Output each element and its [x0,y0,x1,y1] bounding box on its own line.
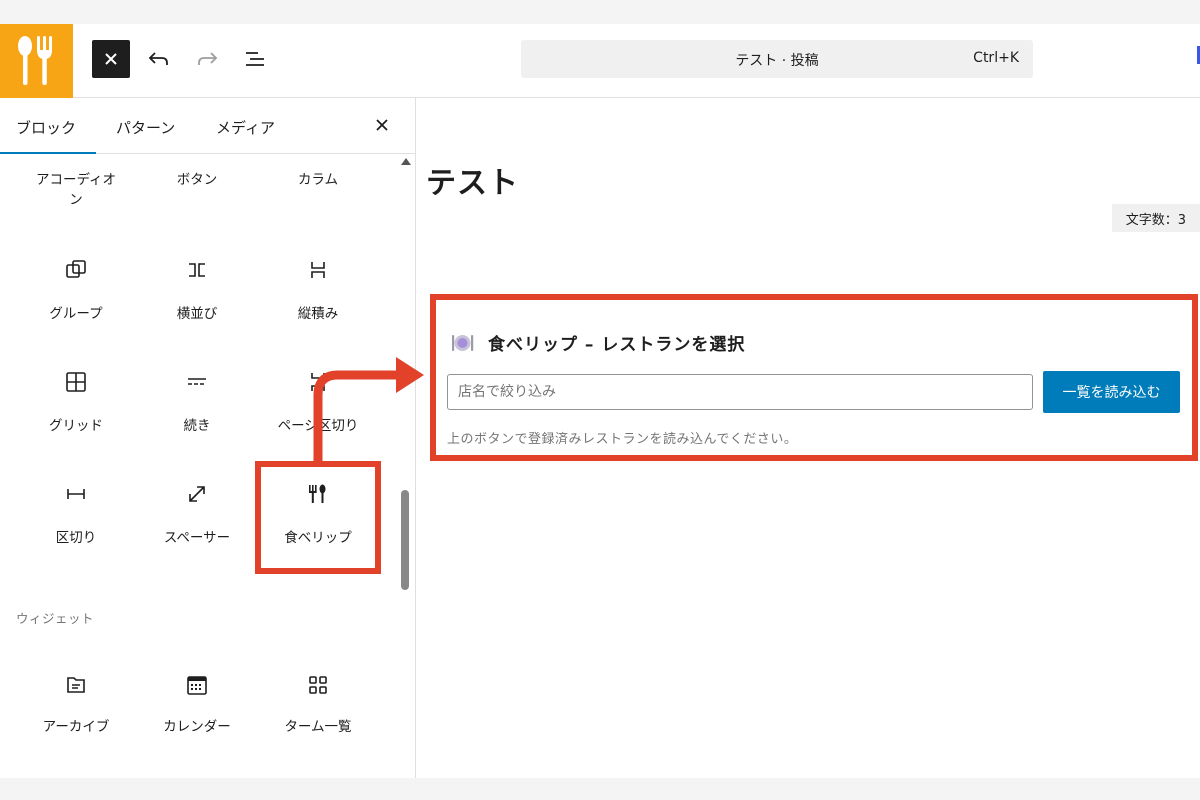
close-panel-button[interactable] [371,114,393,136]
command-palette-bar[interactable]: テスト · 投稿 Ctrl+K [521,40,1033,78]
block-label: 続き [183,418,211,434]
plate-icon [450,331,474,355]
calendar-icon [185,673,209,697]
redo-icon [198,52,218,65]
stack-icon [306,258,330,282]
grid-icon [64,370,88,394]
block-row[interactable]: 横並び [137,258,257,328]
block-label: ターム一覧 [284,719,352,735]
document-overview-button[interactable] [240,44,270,74]
editor-header: テスト · 投稿 Ctrl+K [0,24,1200,98]
post-title[interactable]: テスト [426,158,519,202]
taberip-block-header: 食べリップ – レストランを選択 [450,330,745,355]
site-logo[interactable] [0,24,73,98]
block-separator[interactable]: 区切り [16,482,136,552]
help-text: 上のボタンで登録済みレストランを読み込んでください。 [447,432,798,447]
widgets-heading: ウィジェット [16,611,95,626]
close-icon [105,53,117,65]
block-term-list[interactable]: ターム一覧 [258,673,378,743]
block-page-break[interactable]: ページ区切り [258,370,378,440]
block-label: カレンダー [163,719,231,735]
block-columns[interactable]: カラム [258,170,378,200]
block-archives[interactable]: アーカイブ [16,673,136,743]
spacer-icon [185,482,209,506]
block-label: 横並び [176,306,218,322]
close-icon [376,119,388,131]
scroll-up-arrow[interactable] [401,158,411,165]
row-icon [185,258,209,282]
block-label: アコーディオン [35,172,117,208]
block-label: ページ区切り [277,418,359,434]
inserter-tabs: ブロック パターン メディア [0,98,415,154]
separator-icon [64,482,88,506]
tab-media[interactable]: メディア [216,98,275,154]
block-grid[interactable]: グリッド [16,370,136,440]
block-label: スペーサー [163,530,231,546]
block-label: カラム [297,172,339,188]
document-overview-icon [246,52,264,66]
group-icon [64,258,88,282]
tab-blocks[interactable]: ブロック [0,98,96,154]
block-label: グリッド [49,418,103,434]
block-buttons[interactable]: ボタン [137,170,257,200]
block-label: グループ [49,306,103,322]
category-grid-icon [306,673,330,697]
taberip-block[interactable]: 食べリップ – レストランを選択 一覧を読み込む 上のボタンで登録済みレストラン… [430,294,1198,461]
block-label: アーカイブ [42,719,110,735]
more-icon [185,370,209,394]
close-inserter-button[interactable] [92,40,130,78]
block-label: 縦積み [297,306,339,322]
highlight-box [255,461,381,574]
block-spacer[interactable]: スペーサー [137,482,257,552]
block-label: ボタン [176,172,218,188]
undo-button[interactable] [144,44,174,74]
block-label: 区切り [55,530,97,546]
editor-canvas: テスト 文字数：3 食べリップ – レストランを選択 一覧を読み込む 上のボタン… [416,98,1200,778]
word-count-badge: 文字数：3 [1111,204,1200,232]
taberip-block-title: 食べリップ – レストランを選択 [488,335,746,355]
redo-button[interactable] [192,44,222,74]
block-more[interactable]: 続き [137,370,257,440]
shortcut-hint: Ctrl+K [973,50,1019,66]
page-break-icon [306,370,330,394]
document-title: テスト · 投稿 [735,53,819,69]
block-calendar[interactable]: カレンダー [137,673,257,743]
scrollbar-thumb[interactable] [401,490,409,590]
block-accordion[interactable]: アコーディオン [16,170,136,220]
undo-icon [148,52,168,65]
fork-knife-icon [17,36,52,85]
load-list-button[interactable]: 一覧を読み込む [1043,371,1180,413]
archive-icon [64,673,88,697]
block-group[interactable]: グループ [16,258,136,328]
tab-patterns[interactable]: パターン [116,98,175,154]
block-inserter-panel: ブロック パターン メディア アコーディオン ボタン カラム グループ 横並び [0,98,416,778]
block-stack[interactable]: 縦積み [258,258,378,328]
restaurant-filter-input[interactable] [447,374,1033,410]
